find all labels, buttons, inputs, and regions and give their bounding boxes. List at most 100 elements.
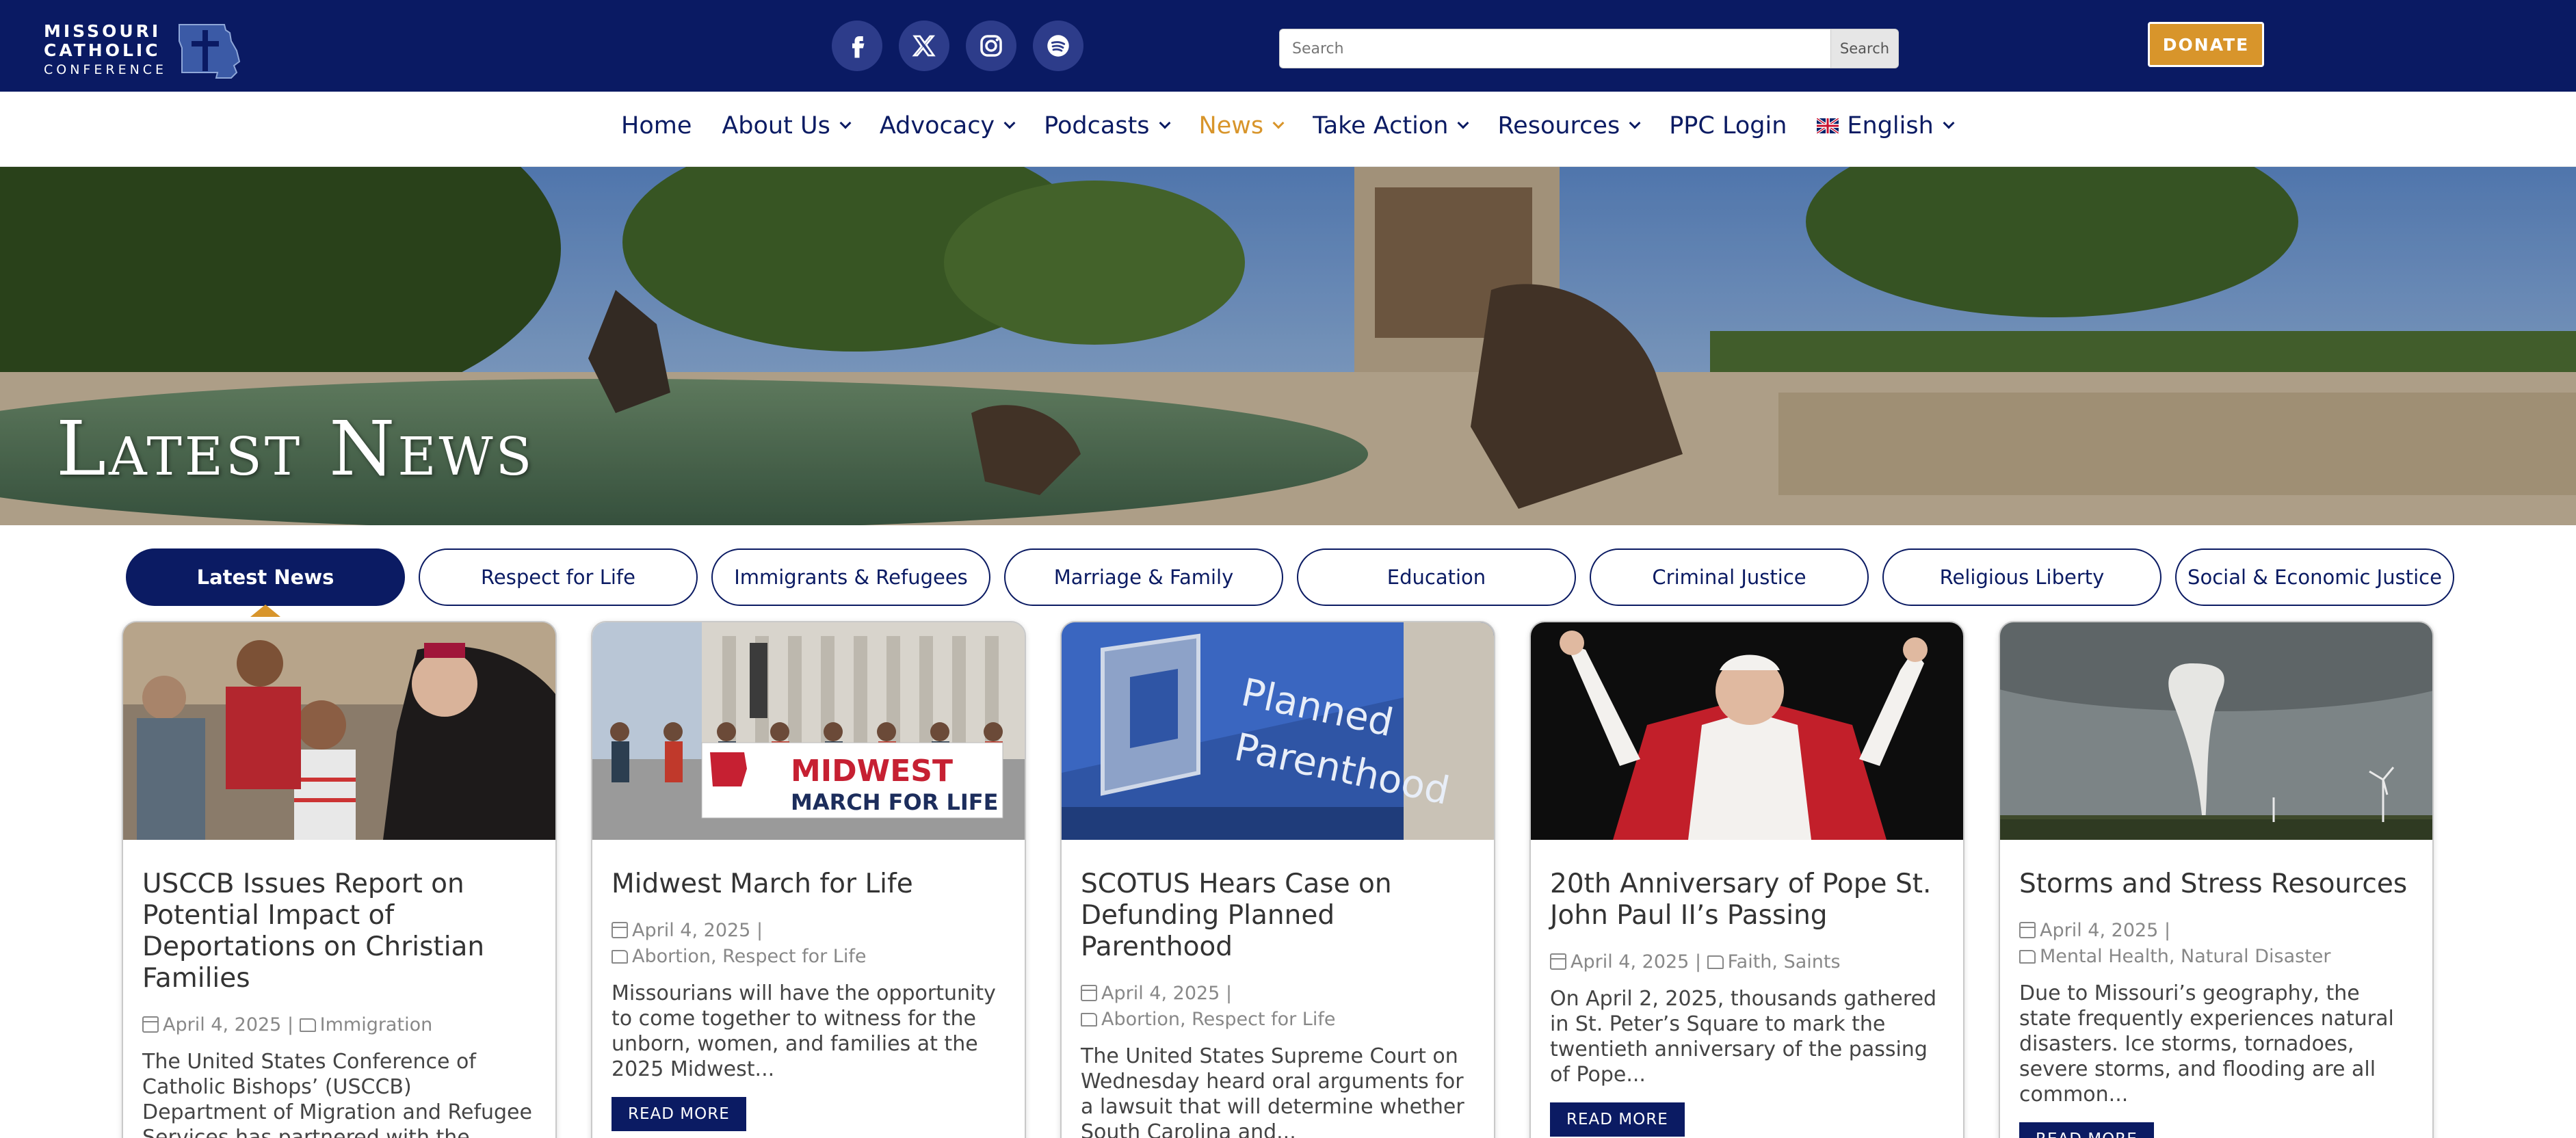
read-more-button[interactable]: READ MORE: [1550, 1102, 1685, 1137]
post-categories[interactable]: Mental Health, Natural Disaster: [2040, 946, 2331, 967]
nav-item-podcasts[interactable]: Podcasts: [1044, 112, 1171, 140]
card-body: 20th Anniversary of Pope St. John Paul I…: [1531, 840, 1963, 1137]
nav-item-take-action[interactable]: Take Action: [1313, 112, 1469, 140]
nav-menu: Home About Us Advocacy Podcasts News Take Act…: [621, 112, 1983, 140]
post-categories[interactable]: Abortion, Respect for Life: [1101, 1009, 1335, 1030]
card-title[interactable]: Midwest March for Life: [612, 869, 1006, 900]
nav-item-home[interactable]: Home: [621, 112, 692, 140]
bishop-with-family-photo[interactable]: [123, 622, 555, 840]
card-title[interactable]: Storms and Stress Resources: [2019, 869, 2413, 900]
logo-line-3: CONFERENCE: [44, 62, 168, 77]
nav-item-label: About Us: [722, 112, 830, 140]
pope-john-paul-ii-photo[interactable]: [1531, 622, 1963, 840]
nav-item-label: English: [1847, 112, 1934, 140]
post-meta: April 4, 2025 | Mental Health, Natural D…: [2019, 918, 2413, 970]
post-excerpt: The United States Supreme Court on Wedne…: [1081, 1044, 1464, 1138]
news-card[interactable]: Storms and Stress Resources April 4, 2025…: [1999, 621, 2434, 1138]
instagram-icon[interactable]: [966, 21, 1016, 71]
card-body: USCCB Issues Report on Potential Impact …: [123, 840, 555, 1138]
march-for-life-banner-photo[interactable]: MIDWEST MARCH FOR LIFE: [592, 622, 1025, 840]
post-date: April 4, 2025: [2040, 920, 2159, 941]
nav-item-english[interactable]: English: [1817, 112, 1955, 140]
search-button[interactable]: Search: [1830, 29, 1899, 68]
post-meta: April 4, 2025 | Abortion, Respect for Li…: [1081, 981, 1475, 1033]
x-twitter-icon[interactable]: [899, 21, 949, 71]
folder-icon: [299, 1018, 316, 1032]
chevron-down-icon: [1457, 117, 1469, 129]
category-tabs: Latest News Respect for Life Immigrants & …: [126, 548, 2454, 606]
missouri-map-cross-icon: [179, 24, 241, 79]
logo-line-1: MISSOURI: [44, 21, 161, 41]
search-form: Search: [1279, 29, 1899, 68]
post-meta: April 4, 2025 | Faith, Saints: [1550, 949, 1944, 975]
calendar-icon: [1081, 985, 1097, 1001]
card-title[interactable]: USCCB Issues Report on Potential Impact …: [142, 869, 536, 994]
chevron-down-icon: [839, 117, 852, 129]
facebook-icon[interactable]: [832, 21, 882, 71]
tornado-photo[interactable]: [2000, 622, 2432, 840]
nav-item-label: News: [1198, 112, 1264, 140]
folder-icon: [612, 950, 628, 964]
post-categories[interactable]: Abortion, Respect for Life: [632, 946, 866, 967]
nav-item-ppc-login[interactable]: PPC Login: [1669, 112, 1787, 140]
tab-religious-liberty[interactable]: Religious Liberty: [1882, 548, 2161, 606]
social-links: [832, 21, 1083, 71]
card-title[interactable]: SCOTUS Hears Case on Defunding Planned P…: [1081, 869, 1475, 963]
nav-item-label: Resources: [1497, 112, 1620, 140]
card-title[interactable]: 20th Anniversary of Pope St. John Paul I…: [1550, 869, 1944, 931]
nav-item-news[interactable]: News: [1198, 112, 1285, 140]
svg-text:MIDWEST: MIDWEST: [791, 754, 953, 789]
chevron-down-icon: [1629, 117, 1641, 129]
meta-separator: |: [750, 920, 763, 941]
post-date: April 4, 2025: [163, 1014, 282, 1035]
nav-item-about-us[interactable]: About Us: [722, 112, 852, 140]
tab-respect-for-life[interactable]: Respect for Life: [419, 548, 698, 606]
post-date: April 4, 2025: [1570, 951, 1690, 972]
nav-item-label: PPC Login: [1669, 112, 1787, 140]
tab-immigrants-refugees[interactable]: Immigrants & Refugees: [711, 548, 990, 606]
chevron-down-icon: [1003, 117, 1016, 129]
tab-marriage-family[interactable]: Marriage & Family: [1004, 548, 1283, 606]
folder-icon: [1081, 1013, 1097, 1027]
nav-item-label: Take Action: [1313, 112, 1449, 140]
tab-social-economic-justice[interactable]: Social & Economic Justice: [2175, 548, 2454, 606]
news-card[interactable]: Planned Parenthood SCOTUS Hears Case on De…: [1060, 621, 1495, 1138]
post-categories[interactable]: Faith, Saints: [1728, 951, 1841, 972]
news-card[interactable]: MIDWEST MARCH FOR LIFE Midwest March for L…: [591, 621, 1026, 1138]
tab-criminal-justice[interactable]: Criminal Justice: [1590, 548, 1869, 606]
nav-item-resources[interactable]: Resources: [1497, 112, 1641, 140]
news-card-list: USCCB Issues Report on Potential Impact …: [122, 621, 2434, 1138]
spotify-icon[interactable]: [1033, 21, 1083, 71]
post-excerpt: Missourians will have the opportunity to…: [612, 981, 996, 1081]
nav-item-label: Podcasts: [1044, 112, 1150, 140]
donate-button[interactable]: DONATE: [2148, 22, 2264, 67]
meta-separator: |: [281, 1014, 300, 1035]
top-bar: MISSOURI CATHOLIC CONFERENCE Search DONA…: [0, 0, 2576, 92]
nav-item-label: Home: [621, 112, 692, 140]
post-date: April 4, 2025: [632, 920, 751, 941]
folder-icon: [1707, 955, 1724, 969]
logo-line-2: CATHOLIC: [44, 40, 161, 60]
news-card[interactable]: USCCB Issues Report on Potential Impact …: [122, 621, 557, 1138]
read-more-button[interactable]: READ MORE: [612, 1097, 746, 1131]
read-more-button[interactable]: READ MORE: [2019, 1122, 2154, 1138]
tab-latest-news[interactable]: Latest News: [126, 548, 405, 606]
main-navigation: Home About Us Advocacy Podcasts News Take Act…: [0, 92, 2576, 167]
chevron-down-icon: [1943, 117, 1955, 129]
uk-flag-icon: [1817, 118, 1839, 133]
tab-education[interactable]: Education: [1297, 548, 1576, 606]
post-excerpt: The United States Conference of Catholic…: [142, 1050, 532, 1138]
card-body: SCOTUS Hears Case on Defunding Planned P…: [1062, 840, 1494, 1138]
site-logo[interactable]: MISSOURI CATHOLIC CONFERENCE: [44, 21, 242, 81]
post-categories[interactable]: Immigration: [320, 1014, 433, 1035]
logo-text: MISSOURI CATHOLIC CONFERENCE: [44, 22, 167, 79]
hero-banner: Latest News: [0, 167, 2576, 525]
chevron-down-icon: [1272, 117, 1285, 129]
nav-item-advocacy[interactable]: Advocacy: [880, 112, 1016, 140]
chevron-down-icon: [1159, 117, 1171, 129]
search-input[interactable]: [1279, 29, 1830, 68]
calendar-icon: [2019, 922, 2036, 938]
news-card[interactable]: 20th Anniversary of Pope St. John Paul I…: [1529, 621, 1964, 1138]
planned-parenthood-sign-photo[interactable]: Planned Parenthood: [1062, 622, 1494, 840]
card-body: Storms and Stress Resources April 4, 2025…: [2000, 840, 2432, 1138]
